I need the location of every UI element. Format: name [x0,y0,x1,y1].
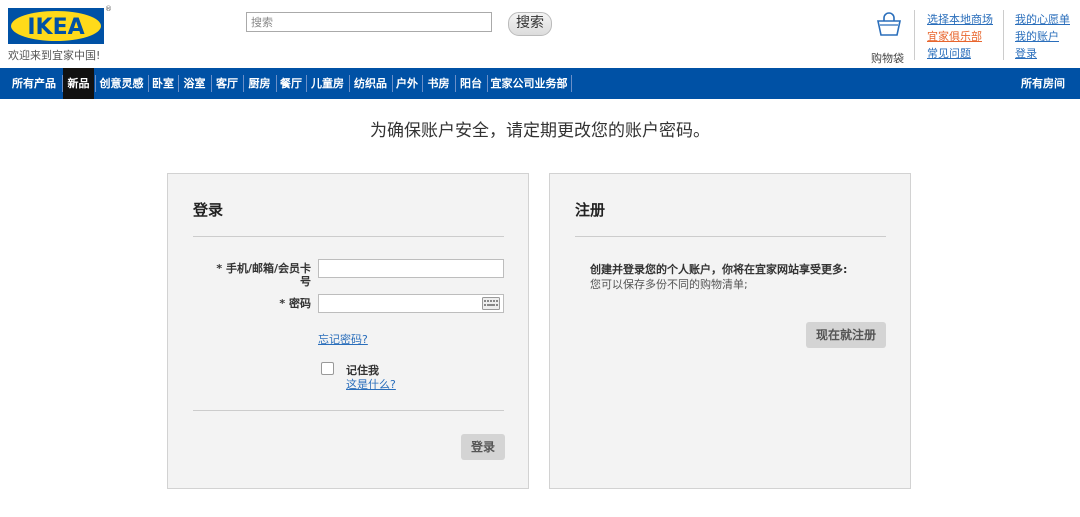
login-title: 登录 [193,201,224,219]
faq-link[interactable]: 常见问题 [927,45,971,61]
account-link[interactable]: 我的账户 [1015,28,1059,44]
what-is-this-link[interactable]: 这是什么? [346,376,396,392]
password-field-label: * 密码 [279,297,311,310]
nav-item-bedroom[interactable]: 卧室 [149,68,177,99]
ikea-logo[interactable]: IKEA [8,8,104,44]
account-label-line1: * 手机/邮箱/会员卡 [216,262,311,275]
login-divider-bottom [193,410,504,411]
forgot-password-link[interactable]: 忘记密码? [318,331,368,347]
nav-item-bathroom[interactable]: 浴室 [179,68,210,99]
nav-item-business[interactable]: 宜家公司业务部 [488,68,570,99]
register-now-button[interactable]: 现在就注册 [806,322,886,348]
account-label-line2: 号 [300,275,311,288]
nav-divider [571,75,572,92]
security-notice: 为确保账户安全，请定期更改您的账户密码。 [370,121,710,141]
shopping-bag-icon[interactable] [875,10,903,38]
nav-item-ideas[interactable]: 创意灵感 [96,68,147,99]
logo-text: IKEA [27,15,84,40]
login-button[interactable]: 登录 [461,434,505,460]
family-club-link[interactable]: 宜家俱乐部 [927,28,982,44]
cart-label: 购物袋 [871,52,904,65]
register-benefit: 您可以保存多份不同的购物清单; [590,278,748,291]
remember-me-checkbox[interactable] [321,362,334,375]
nav-item-kitchen[interactable]: 厨房 [244,68,275,99]
register-title: 注册 [575,201,606,219]
nav-item-dining[interactable]: 餐厅 [277,68,305,99]
header-divider [914,10,915,60]
nav-item-all-rooms[interactable]: 所有房间 [1016,68,1070,99]
registered-mark-icon: ® [105,5,112,13]
search-input[interactable] [246,12,492,32]
nav-item-balcony[interactable]: 阳台 [456,68,486,99]
login-link[interactable]: 登录 [1015,45,1037,61]
nav-item-study[interactable]: 书房 [423,68,454,99]
keyboard-icon[interactable] [482,297,500,310]
register-heading: 创建并登录您的个人账户，你将在宜家网站享受更多: [590,263,848,276]
search-button[interactable]: 搜索 [508,12,552,36]
wishlist-link[interactable]: 我的心愿单 [1015,11,1070,27]
register-divider [575,236,886,237]
header-divider [1003,10,1004,60]
nav-item-new[interactable]: 新品 [63,68,94,99]
password-input[interactable] [318,294,504,313]
choose-store-link[interactable]: 选择本地商场 [927,11,993,27]
login-divider [193,236,504,237]
nav-item-textiles[interactable]: 纺织品 [350,68,391,99]
nav-item-living-room[interactable]: 客厅 [212,68,242,99]
nav-item-all-products[interactable]: 所有产品 [7,68,61,99]
welcome-text: 欢迎来到宜家中国! [8,49,101,62]
nav-item-kids[interactable]: 儿童房 [307,68,348,99]
nav-item-outdoor[interactable]: 户外 [393,68,421,99]
account-field-label: * 手机/邮箱/会员卡 号 [196,262,311,288]
account-input[interactable] [318,259,504,278]
